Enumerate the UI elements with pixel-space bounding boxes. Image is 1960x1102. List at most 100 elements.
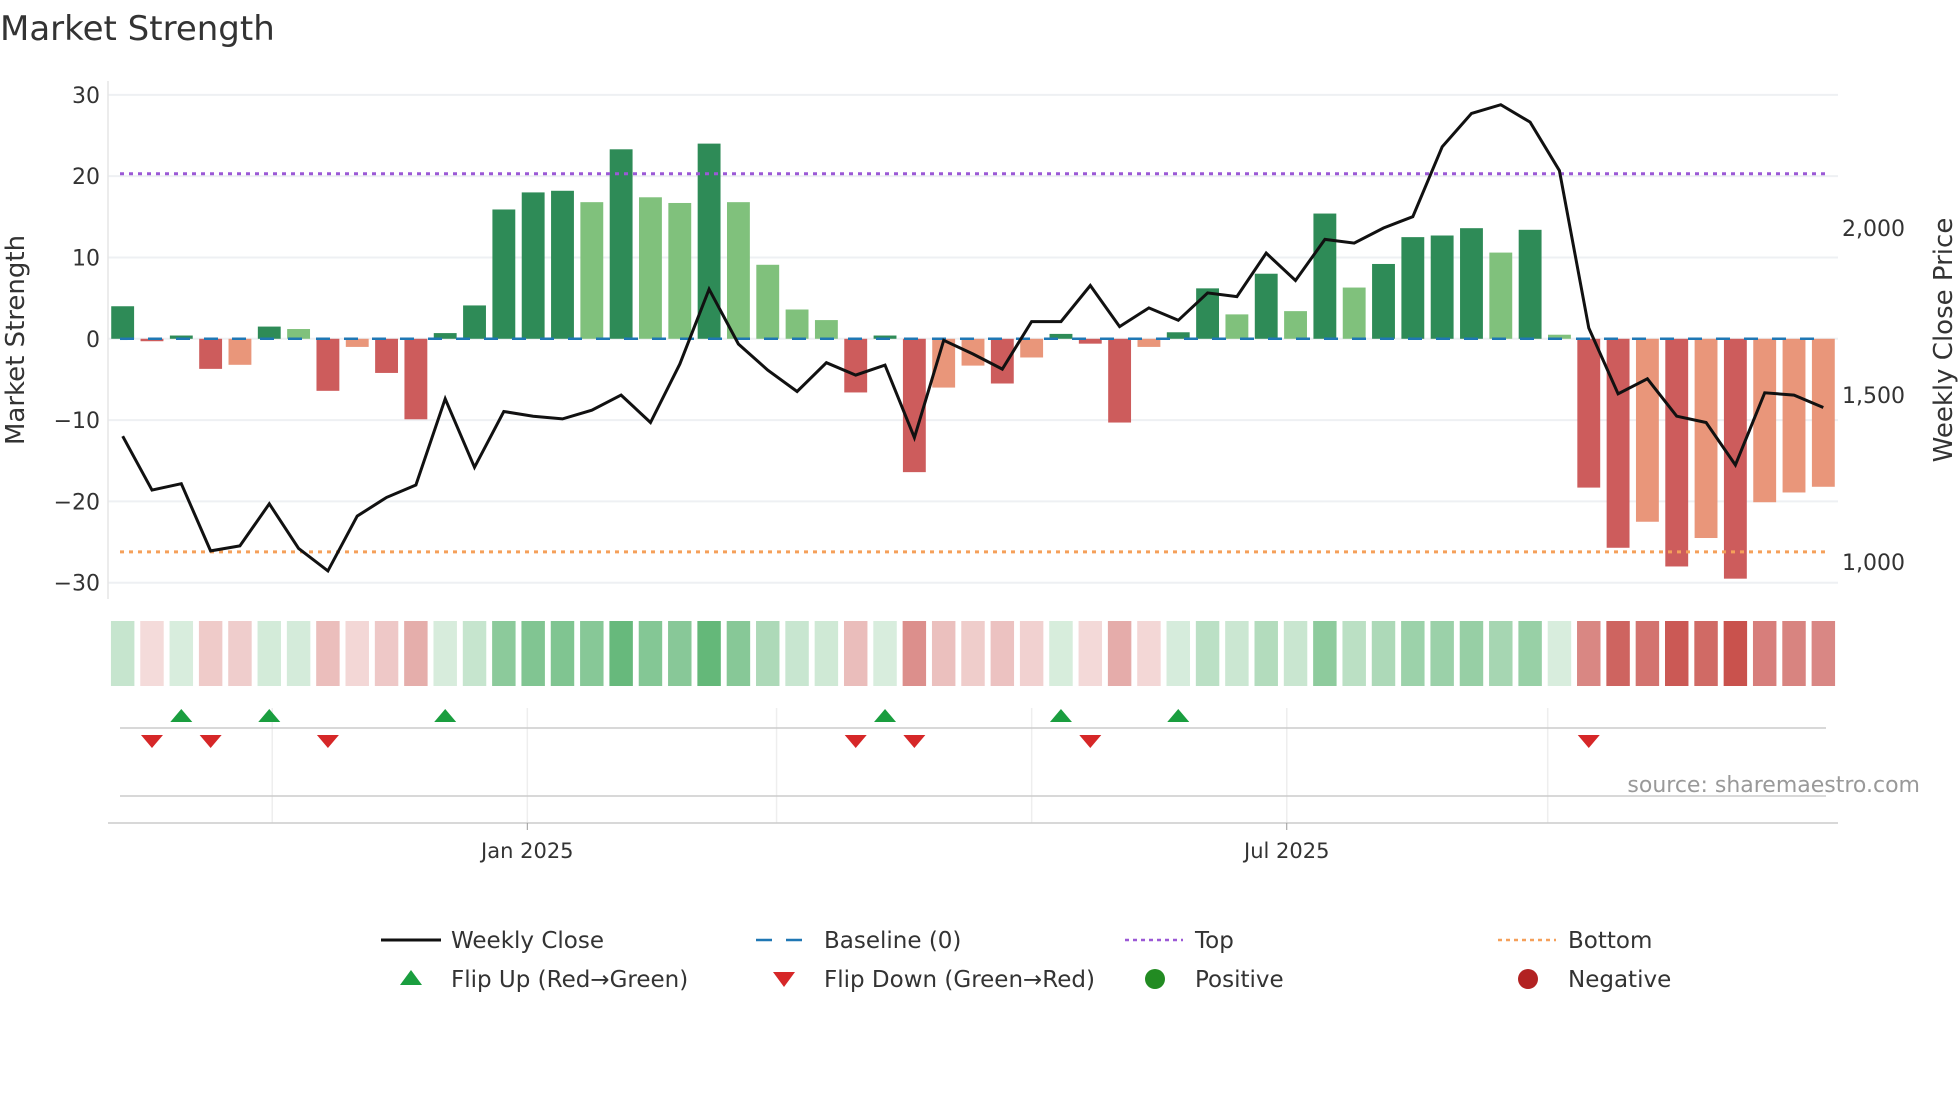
strength-bar xyxy=(844,338,868,393)
heat-cell xyxy=(1078,621,1103,686)
heat-cell xyxy=(1254,621,1278,686)
circle-icon xyxy=(1145,969,1165,989)
strength-bar xyxy=(404,338,428,420)
strength-bar xyxy=(1430,235,1454,339)
heat-cell xyxy=(1313,621,1337,686)
market-strength-chart: Market Strength 30 20 10 0 −10 −20 −30 2,000 1,5… xyxy=(0,9,1959,993)
heat-cell xyxy=(1547,621,1572,686)
strength-bar xyxy=(990,338,1014,384)
x-tick-label: Jan 2025 xyxy=(479,839,574,863)
strength-bar xyxy=(228,338,252,365)
heat-cell xyxy=(1694,621,1718,686)
y-tick-label: 20 xyxy=(72,165,100,190)
heat-cell xyxy=(1166,621,1190,686)
flip-up-marker xyxy=(434,709,457,722)
heat-cell xyxy=(668,621,692,686)
legend-label: Bottom xyxy=(1568,928,1652,954)
heat-cell xyxy=(492,621,516,686)
heat-cell xyxy=(1401,621,1425,686)
legend: Weekly Close Baseline (0) Top Bottom Flip Up… xyxy=(381,928,1671,993)
heat-cell xyxy=(1518,621,1542,686)
strength-bar xyxy=(1518,229,1542,339)
legend-item: Weekly Close xyxy=(381,928,604,954)
heat-cell xyxy=(1225,621,1249,686)
strength-bar xyxy=(814,320,838,339)
strength-bar xyxy=(316,338,340,391)
heat-cell xyxy=(257,621,281,686)
strength-bar xyxy=(1782,338,1806,493)
heat-cell xyxy=(1782,621,1806,686)
strength-bars xyxy=(111,143,1835,579)
strength-bar xyxy=(199,338,223,369)
heat-cell xyxy=(1283,621,1308,686)
heat-cell xyxy=(1371,621,1396,686)
legend-label: Positive xyxy=(1195,967,1284,993)
y-tick-label: 0 xyxy=(86,328,100,353)
strength-bar xyxy=(1694,338,1718,539)
heat-cell xyxy=(1019,621,1044,686)
triangle-up-icon xyxy=(400,970,422,985)
heat-cell xyxy=(521,621,545,686)
legend-label: Baseline (0) xyxy=(824,928,961,954)
flip-down-marker xyxy=(903,735,926,748)
y2-tick-label: 1,500 xyxy=(1842,384,1905,409)
strength-bar xyxy=(1284,311,1307,339)
strength-bar xyxy=(1225,314,1249,339)
heat-cell xyxy=(1459,621,1484,686)
heat-cell xyxy=(931,621,956,686)
strength-bar xyxy=(609,149,633,339)
heat-cell xyxy=(609,621,633,686)
flip-up-marker xyxy=(258,709,281,722)
heat-cell xyxy=(1665,621,1689,686)
heat-cell xyxy=(726,621,751,686)
strength-bar xyxy=(111,306,135,339)
heat-cell xyxy=(1137,621,1161,686)
heat-cell xyxy=(1489,621,1513,686)
heat-cell xyxy=(550,621,575,686)
strength-bar xyxy=(1196,288,1220,339)
flip-down-marker xyxy=(1577,735,1600,748)
chart-title: Market Strength xyxy=(0,9,275,49)
strength-bar xyxy=(726,202,750,339)
strength-bar xyxy=(639,197,662,339)
heat-cell xyxy=(902,621,927,686)
legend-item: Positive xyxy=(1145,967,1284,993)
strength-bar xyxy=(1811,338,1835,487)
heat-cell xyxy=(580,621,604,686)
heat-cell xyxy=(404,621,428,686)
heat-cell xyxy=(1342,621,1366,686)
heat-cell xyxy=(1577,621,1601,686)
heat-cell xyxy=(756,621,780,686)
heat-cell xyxy=(1430,621,1454,686)
strength-bar xyxy=(492,209,516,339)
heat-cell xyxy=(1195,621,1220,686)
heat-cell xyxy=(286,621,311,686)
y-tick-label: −30 xyxy=(54,572,100,597)
y-tick-label: 10 xyxy=(72,246,100,271)
y-tick-label: 30 xyxy=(72,84,100,109)
y2-axis-title: Weekly Close Price xyxy=(1929,218,1959,463)
heat-cell xyxy=(873,621,897,686)
strength-bar xyxy=(463,305,486,339)
heat-cell xyxy=(843,621,868,686)
strength-bar xyxy=(1108,338,1132,423)
strength-bar xyxy=(902,338,926,473)
strength-bar xyxy=(1723,338,1747,579)
flip-up-marker xyxy=(170,709,193,722)
heat-cell xyxy=(697,621,721,686)
flip-down-marker xyxy=(844,735,867,748)
legend-item: Top xyxy=(1125,928,1234,954)
strength-bar xyxy=(756,264,780,339)
heat-cell xyxy=(345,621,369,686)
circle-icon xyxy=(1518,969,1538,989)
legend-item: Baseline (0) xyxy=(756,928,961,954)
heat-cell xyxy=(1635,621,1660,686)
legend-label: Negative xyxy=(1568,967,1671,993)
legend-label: Flip Down (Green→Red) xyxy=(824,967,1095,993)
y2-tick-label: 1,000 xyxy=(1842,551,1905,576)
strength-bar xyxy=(1254,273,1278,339)
heat-cell xyxy=(1049,621,1073,686)
strength-bar xyxy=(1577,338,1601,488)
y-tick-label: −10 xyxy=(54,409,100,434)
strength-bar xyxy=(668,202,692,339)
